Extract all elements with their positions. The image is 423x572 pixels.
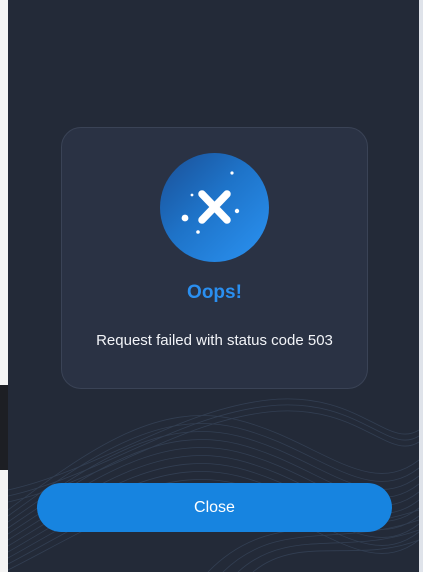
error-message: Request failed with status code 503: [96, 332, 333, 349]
close-button[interactable]: Close: [37, 483, 392, 532]
backdrop-strip: [0, 0, 8, 385]
backdrop-strip: [0, 385, 8, 470]
dialog-title: Oops!: [187, 282, 242, 303]
wave-decoration: [8, 398, 419, 572]
error-modal: Oops! Request failed with status code 50…: [8, 0, 419, 572]
backdrop-edge: [419, 0, 423, 572]
error-x-icon: [160, 153, 269, 262]
error-card: Oops! Request failed with status code 50…: [61, 127, 368, 389]
backdrop-strip: [0, 470, 8, 572]
